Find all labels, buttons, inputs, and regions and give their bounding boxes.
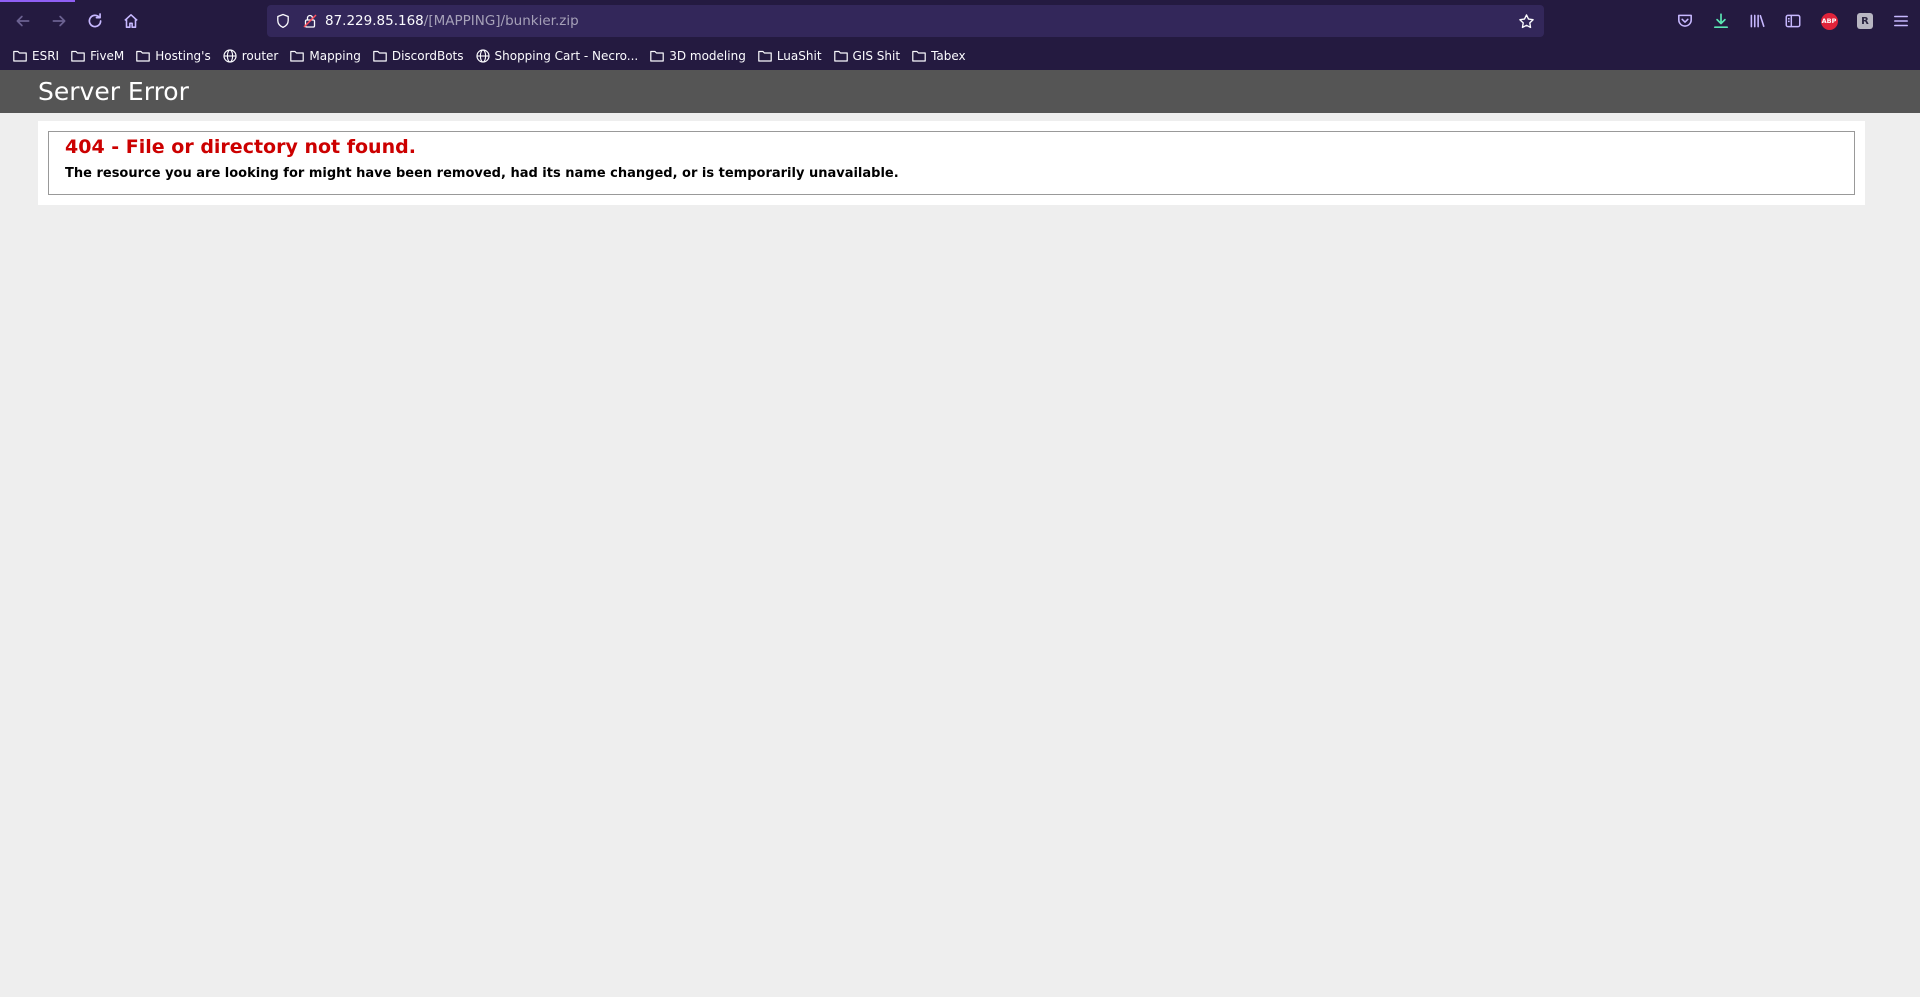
page-header: Server Error (0, 70, 1920, 113)
bookmark-label: Hosting's (155, 49, 211, 63)
folder-icon (12, 48, 32, 64)
error-fieldset: 404 - File or directory not found. The r… (48, 131, 1855, 195)
star-icon (1518, 13, 1534, 28)
bookmark-label: ESRI (32, 49, 60, 63)
extension-button[interactable]: R (1850, 7, 1880, 35)
error-heading: 404 - File or directory not found. (65, 136, 416, 158)
reload-button[interactable] (79, 7, 111, 35)
adblock-icon: ABP (1820, 12, 1838, 30)
library-button[interactable] (1742, 7, 1772, 35)
menu-button[interactable] (1886, 7, 1916, 35)
folder-icon (135, 48, 155, 64)
pocket-icon (1678, 14, 1692, 27)
shield-icon[interactable] (274, 12, 292, 30)
sidebar-icon (1785, 14, 1801, 28)
bookmark-label: LuaShit (776, 49, 822, 63)
bookmark-label: Shopping Cart - Necro... (494, 49, 639, 63)
folder-icon (649, 48, 669, 64)
back-button[interactable] (7, 7, 39, 35)
bookmark-label: 3D modeling (669, 49, 746, 63)
hamburger-menu-icon (1894, 15, 1908, 27)
folder-icon (70, 48, 90, 64)
bookmark-item[interactable]: 3D modeling (649, 45, 751, 67)
url-text[interactable]: 87.229.85.168/[MAPPING]/bunkier.zip (325, 13, 579, 29)
library-icon (1750, 14, 1765, 28)
bookmark-item[interactable]: Shopping Cart - Necro... (475, 45, 644, 67)
bookmark-item[interactable]: router (222, 45, 284, 67)
folder-icon (833, 48, 853, 64)
sidebar-button[interactable] (1778, 7, 1808, 35)
arrow-right-icon (52, 15, 66, 27)
url-host: 87.229.85.168 (325, 13, 424, 29)
bookmark-item[interactable]: ESRI (12, 45, 64, 67)
bookmarks-toolbar: ESRI FiveM Hosting's router Mapping DiscordBo… (0, 42, 1920, 70)
globe-icon (222, 48, 242, 64)
bookmark-star-button[interactable] (1517, 12, 1535, 30)
error-card: 404 - File or directory not found. The r… (38, 121, 1865, 205)
address-bar[interactable]: 87.229.85.168/[MAPPING]/bunkier.zip (267, 5, 1544, 37)
arrow-left-icon (16, 15, 30, 27)
extension-icon: R (1857, 13, 1873, 29)
folder-icon (289, 48, 309, 64)
home-button[interactable] (115, 7, 147, 35)
bookmark-item[interactable]: LuaShit (757, 45, 827, 67)
bookmark-item[interactable]: DiscordBots (372, 45, 469, 67)
downloads-button[interactable] (1706, 7, 1736, 35)
bookmark-label: DiscordBots (391, 49, 464, 63)
bookmark-label: GIS Shit (852, 49, 901, 63)
url-path: /[MAPPING]/bunkier.zip (423, 13, 579, 29)
page-title: Server Error (38, 77, 189, 106)
error-message: The resource you are looking for might h… (65, 166, 899, 181)
adblock-extension-button[interactable]: ABP (1814, 7, 1844, 35)
pocket-button[interactable] (1670, 7, 1700, 35)
bookmark-label: router (241, 49, 279, 63)
browser-chrome: 87.229.85.168/[MAPPING]/bunkier.zip ABP (0, 0, 1920, 70)
bookmark-label: Mapping (309, 49, 361, 63)
folder-icon (372, 48, 392, 64)
insecure-lock-icon[interactable] (301, 12, 319, 30)
bookmark-item[interactable]: GIS Shit (833, 45, 906, 67)
globe-icon (475, 48, 495, 64)
bookmark-item[interactable]: FiveM (70, 45, 129, 67)
folder-icon (757, 48, 777, 64)
bookmark-item[interactable]: Hosting's (135, 45, 215, 67)
bookmark-label: FiveM (90, 49, 125, 63)
folder-icon (911, 48, 931, 64)
forward-button[interactable] (43, 7, 75, 35)
bookmark-label: Tabex (931, 49, 966, 63)
bookmark-item[interactable]: Mapping (289, 45, 366, 67)
home-icon (124, 14, 138, 28)
reload-icon (88, 13, 102, 28)
navigation-toolbar: 87.229.85.168/[MAPPING]/bunkier.zip ABP (0, 0, 1920, 42)
bookmark-item[interactable]: Tabex (911, 45, 971, 67)
download-icon (1713, 13, 1729, 29)
